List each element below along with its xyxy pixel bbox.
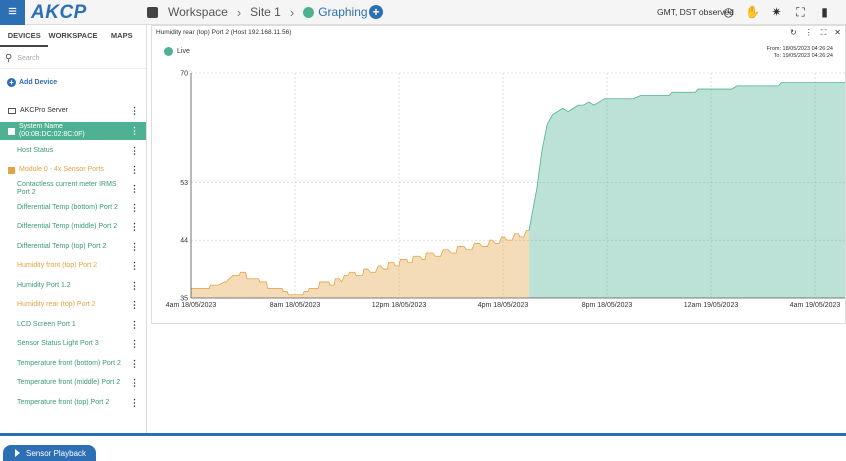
top-icons: ◷ ✋ ✷ ⛶ ▮ [720, 4, 833, 21]
clock-icon[interactable]: ◷ [720, 4, 737, 21]
monitor-icon [8, 108, 16, 114]
more-icon[interactable]: ⋮ [130, 398, 139, 409]
x-tick-label: 4am 18/05/2023 [166, 302, 217, 309]
bug-icon[interactable]: ✷ [768, 4, 785, 21]
tab-maps[interactable]: MAPS [98, 25, 146, 47]
device-tree-label: Humidity front (top) Port 2 [17, 262, 98, 269]
device-tree-item[interactable]: Module 0 - 4x Sensor Ports ⋮ [0, 161, 146, 179]
device-tree-item[interactable]: Contactless current meter IRMS Port 2 ⋮ [0, 178, 146, 200]
more-icon[interactable]: ⋮ [130, 203, 139, 214]
x-tick-label: 4pm 18/05/2023 [478, 302, 529, 309]
sensor-playback-label: Sensor Playback [26, 448, 87, 458]
add-device-label: Add Device [19, 78, 58, 86]
more-icon[interactable]: ⋮ [130, 242, 139, 253]
more-icon[interactable]: ⋮ [130, 320, 139, 331]
more-icon[interactable]: ⋮ [130, 359, 139, 370]
more-icon[interactable]: ⋮ [130, 126, 139, 137]
more-icon[interactable]: ⋮ [130, 378, 139, 389]
plus-icon: + [7, 77, 16, 87]
device-tree-label: Differential Temp (top) Port 2 [17, 243, 107, 250]
device-tree-item[interactable]: Humidity front (top) Port 2 ⋮ [0, 257, 146, 275]
device-tree-label: Humidity Port 1.2 [17, 282, 71, 289]
add-icon[interactable]: + [369, 5, 383, 19]
module-icon [8, 166, 15, 174]
menu-icon[interactable]: ≡ [0, 0, 25, 25]
top-bar: ≡ AKCP Workspace › Site 1 › Graphing ▾ +… [0, 0, 846, 25]
more-icon[interactable]: ⋮ [130, 300, 139, 311]
device-tree-label: Humidity rear (top) Port 2 [17, 301, 96, 308]
device-tree-item[interactable]: Differential Temp (bottom) Port 2 ⋮ [0, 199, 146, 217]
akcp-logo: AKCP [31, 2, 87, 23]
device-tree-item[interactable]: AKCPro Server ⋮ [0, 102, 146, 120]
device-tree-label: Temperature front (middle) Port 2 [17, 379, 121, 386]
server-icon [8, 127, 15, 135]
device-tree-label: Contactless current meter IRMS Port 2 [17, 181, 117, 196]
breadcrumb-workspace[interactable]: Workspace [168, 5, 228, 19]
x-tick-label: 4am 19/05/2023 [790, 302, 841, 309]
hand-icon[interactable]: ✋ [744, 4, 761, 21]
more-icon[interactable]: ⋮ [130, 222, 139, 233]
device-tree-item[interactable]: Humidity rear (top) Port 2 ⋮ [0, 296, 146, 314]
more-icon[interactable]: ⋮ [130, 261, 139, 272]
play-icon [15, 449, 20, 457]
home-icon[interactable] [147, 6, 158, 18]
device-tree-label: LCD Screen Port 1 [17, 321, 76, 328]
graph-panel: Humidity rear (top) Port 2 (Host 192.168… [151, 25, 846, 324]
chevron-right-icon: › [289, 4, 295, 20]
device-tree-label: Temperature front (bottom) Port 2 [17, 360, 121, 367]
sidebar-tabs: DEVICES WORKSPACE MAPS [0, 25, 146, 47]
device-tree-label: Host Status [17, 147, 54, 154]
chevron-right-icon: › [236, 4, 242, 20]
x-tick-label: 12pm 18/05/2023 [372, 302, 427, 309]
more-icon[interactable]: ⋮ [130, 281, 139, 292]
breadcrumb: Workspace › Site 1 › Graphing ▾ [147, 3, 375, 21]
more-icon[interactable]: ⋮ [130, 184, 139, 195]
tab-workspace[interactable]: WORKSPACE [48, 25, 97, 47]
search-placeholder: Search [17, 55, 40, 62]
more-icon[interactable]: ⋮ [130, 165, 139, 176]
breadcrumb-graphing[interactable]: Graphing [318, 5, 367, 19]
device-tree-item[interactable]: Host Status ⋮ [0, 142, 146, 160]
device-tree-label: System Name (00:0B:DC:02:8C:0F) [18, 123, 85, 138]
humidity-chart[interactable]: 354453704am 18/05/2023 8am 18/05/2023 12pm… [152, 26, 845, 323]
device-tree-label: Module 0 - 4x Sensor Ports [19, 166, 104, 173]
device-tree-item[interactable]: Temperature front (middle) Port 2 ⋮ [0, 374, 146, 392]
search-icon: ⚲ [5, 53, 13, 64]
device-tree-label: AKCPro Server [20, 107, 68, 114]
x-tick-label: 8am 18/05/2023 [270, 302, 321, 309]
breadcrumb-site[interactable]: Site 1 [250, 5, 281, 19]
device-tree-item[interactable]: Differential Temp (top) Port 2 ⋮ [0, 238, 146, 256]
y-tick-label: 44 [180, 238, 188, 245]
more-icon[interactable]: ⋮ [130, 106, 139, 117]
sidebar: DEVICES WORKSPACE MAPS ⚲ Search + Add De… [0, 25, 147, 461]
series-area [529, 82, 845, 298]
y-tick-label: 70 [180, 71, 188, 78]
device-tree-item[interactable]: Sensor Status Light Port 3 ⋮ [0, 335, 146, 353]
device-tree-item[interactable]: System Name (00:0B:DC:02:8C:0F) ⋮ [0, 122, 146, 140]
device-tree-label: Sensor Status Light Port 3 [17, 340, 99, 347]
fullscreen-icon[interactable]: ⛶ [792, 4, 809, 21]
x-tick-label: 12am 19/05/2023 [684, 302, 739, 309]
device-tree-label: Temperature front (top) Port 2 [17, 399, 110, 406]
add-device-button[interactable]: + Add Device [0, 72, 146, 92]
device-tree-item[interactable]: Humidity Port 1.2 ⋮ [0, 277, 146, 295]
search-field[interactable]: ⚲ Search [0, 49, 146, 69]
y-tick-label: 53 [180, 180, 188, 187]
tab-devices[interactable]: DEVICES [0, 25, 49, 47]
more-icon[interactable]: ⋮ [130, 146, 139, 157]
device-tree-item[interactable]: Temperature front (bottom) Port 2 ⋮ [0, 355, 146, 373]
device-tree-label: Differential Temp (bottom) Port 2 [17, 204, 118, 211]
device-tree-item[interactable]: LCD Screen Port 1 ⋮ [0, 316, 146, 334]
status-dot-icon [303, 6, 315, 18]
x-tick-label: 8pm 18/05/2023 [582, 302, 633, 309]
device-tree-label: Differential Temp (middle) Port 2 [17, 223, 118, 230]
device-tree-item[interactable]: Temperature front (top) Port 2 ⋮ [0, 394, 146, 412]
more-icon[interactable]: ⋮ [130, 339, 139, 350]
series-area [191, 230, 529, 298]
battery-icon[interactable]: ▮ [816, 4, 833, 21]
sensor-playback-button[interactable]: Sensor Playback [3, 445, 96, 461]
device-tree-item[interactable]: Differential Temp (middle) Port 2 ⋮ [0, 218, 146, 236]
